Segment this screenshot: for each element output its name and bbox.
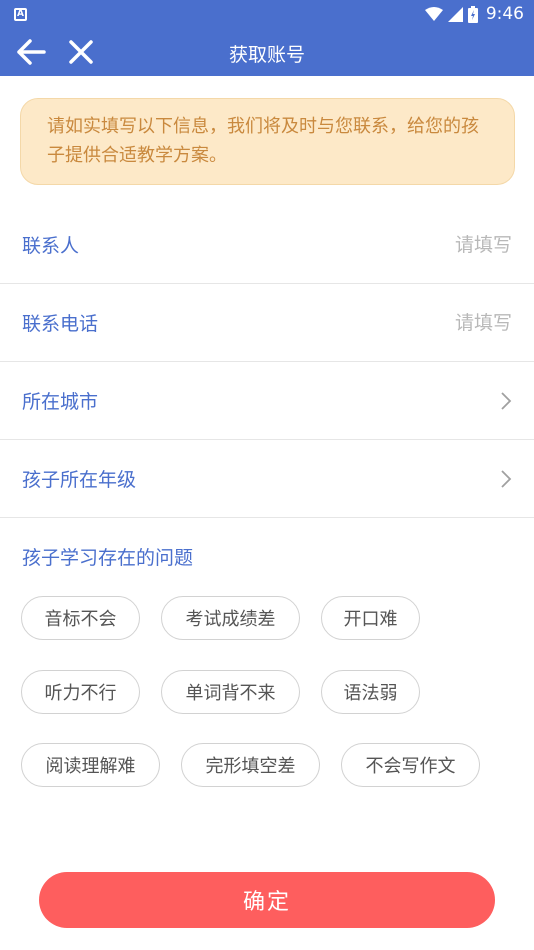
signal-icon [447, 6, 463, 22]
problem-tag[interactable]: 音标不会 [21, 596, 140, 640]
battery-icon [467, 5, 478, 23]
chevron-right-icon [501, 469, 512, 488]
contact-phone-label: 联系电话 [22, 313, 99, 335]
problem-tag[interactable]: 阅读理解难 [21, 743, 160, 787]
contact-phone-input[interactable] [392, 311, 512, 334]
problem-tag[interactable]: 开口难 [321, 596, 420, 640]
grade-row[interactable]: 孩子所在年级 [0, 440, 534, 518]
problem-tag[interactable]: 不会写作文 [341, 743, 480, 787]
city-row[interactable]: 所在城市 [0, 362, 534, 440]
app-bar: 获取账号 [0, 28, 534, 76]
problem-tag[interactable]: 完形填空差 [181, 743, 320, 787]
confirm-button[interactable]: 确定 [39, 872, 495, 928]
problem-tag[interactable]: 听力不行 [21, 670, 140, 714]
status-time: 9:46 [485, 4, 524, 24]
grade-label: 孩子所在年级 [22, 469, 137, 491]
page-title: 获取账号 [228, 44, 305, 66]
contact-name-input[interactable] [392, 233, 512, 256]
city-label: 所在城市 [22, 391, 99, 413]
wifi-icon [424, 7, 443, 21]
problem-tag[interactable]: 单词背不来 [161, 670, 300, 714]
chevron-right-icon [501, 391, 512, 410]
problem-tag[interactable]: 考试成绩差 [161, 596, 300, 640]
info-notice: 请如实填写以下信息，我们将及时与您联系，给您的孩子提供合适教学方案。 [20, 98, 515, 185]
problem-tag[interactable]: 语法弱 [321, 670, 420, 714]
notification-a-icon: A [14, 7, 27, 21]
problems-title: 孩子学习存在的问题 [22, 547, 194, 569]
contact-name-row[interactable]: 联系人 [0, 206, 534, 284]
contact-phone-row[interactable]: 联系电话 [0, 284, 534, 362]
contact-name-label: 联系人 [22, 235, 80, 257]
status-bar: A 9:46 [0, 0, 534, 28]
